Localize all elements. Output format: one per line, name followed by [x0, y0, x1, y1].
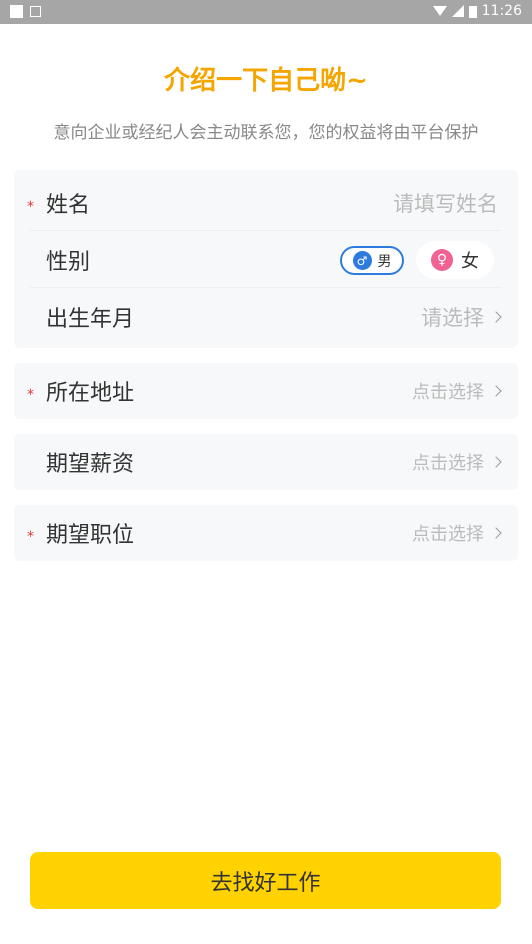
required-mark: * — [27, 198, 34, 215]
address-label: 所在地址 — [46, 381, 135, 406]
gender-label: 性别 — [46, 249, 91, 275]
male-icon: ♂ — [352, 251, 372, 270]
name-label: 姓名 — [46, 192, 91, 218]
gender-male-option[interactable]: ♂ 男 — [340, 246, 404, 275]
gender-row: 性别 ♂ 男 ♀ 女 — [14, 231, 518, 288]
clock: 11:26 — [481, 3, 522, 19]
battery-icon — [468, 5, 477, 18]
female-icon: ♀ — [431, 249, 453, 271]
status-bar: 11:26 — [0, 0, 532, 24]
position-label: 期望职位 — [46, 523, 135, 548]
position-card: * 期望职位 点击选择 — [14, 505, 518, 561]
chevron-right-icon — [490, 385, 502, 397]
gender-female-label: 女 — [461, 251, 479, 272]
basic-info-card: * 姓名 请填写姓名 性别 ♂ 男 ♀ 女 出生年月 请选择 — [14, 170, 518, 348]
salary-picker[interactable]: 点击选择 — [412, 449, 502, 475]
salary-label: 期望薪资 — [46, 452, 135, 477]
salary-card: 期望薪资 点击选择 — [14, 434, 518, 490]
birth-row[interactable]: 出生年月 请选择 — [14, 288, 518, 345]
required-mark: * — [27, 387, 34, 403]
position-value: 点击选择 — [412, 524, 484, 545]
submit-button[interactable]: 去找好工作 — [30, 852, 501, 909]
salary-row[interactable]: 期望薪资 点击选择 — [14, 434, 518, 490]
birth-label: 出生年月 — [46, 306, 135, 332]
position-picker[interactable]: 点击选择 — [412, 520, 502, 546]
address-row[interactable]: * 所在地址 点击选择 — [14, 363, 518, 419]
wifi-icon — [432, 6, 447, 16]
signal-icon — [451, 5, 464, 17]
name-input[interactable]: 请填写姓名 — [393, 188, 498, 218]
birth-value: 请选择 — [421, 305, 484, 330]
name-row[interactable]: * 姓名 请填写姓名 — [14, 174, 518, 231]
gender-female-option[interactable]: ♀ 女 — [416, 241, 494, 279]
notification-icon — [10, 5, 23, 18]
gender-male-label: 男 — [377, 253, 392, 270]
chevron-right-icon — [490, 310, 502, 323]
chevron-right-icon — [490, 527, 502, 539]
address-picker[interactable]: 点击选择 — [412, 378, 502, 404]
page-title: 介绍一下自己呦~ — [164, 66, 368, 96]
chevron-right-icon — [490, 456, 502, 468]
address-value: 点击选择 — [412, 382, 484, 403]
birth-picker[interactable]: 请选择 — [421, 302, 502, 332]
page-subtitle: 意向企业或经纪人会主动联系您，您的权益将由平台保护 — [53, 123, 479, 143]
address-card: * 所在地址 点击选择 — [14, 363, 518, 419]
position-row[interactable]: * 期望职位 点击选择 — [14, 505, 518, 561]
salary-value: 点击选择 — [412, 453, 484, 474]
status-indicators: 11:26 — [432, 3, 522, 19]
required-mark: * — [27, 529, 34, 545]
app-notification-icon — [30, 6, 41, 17]
